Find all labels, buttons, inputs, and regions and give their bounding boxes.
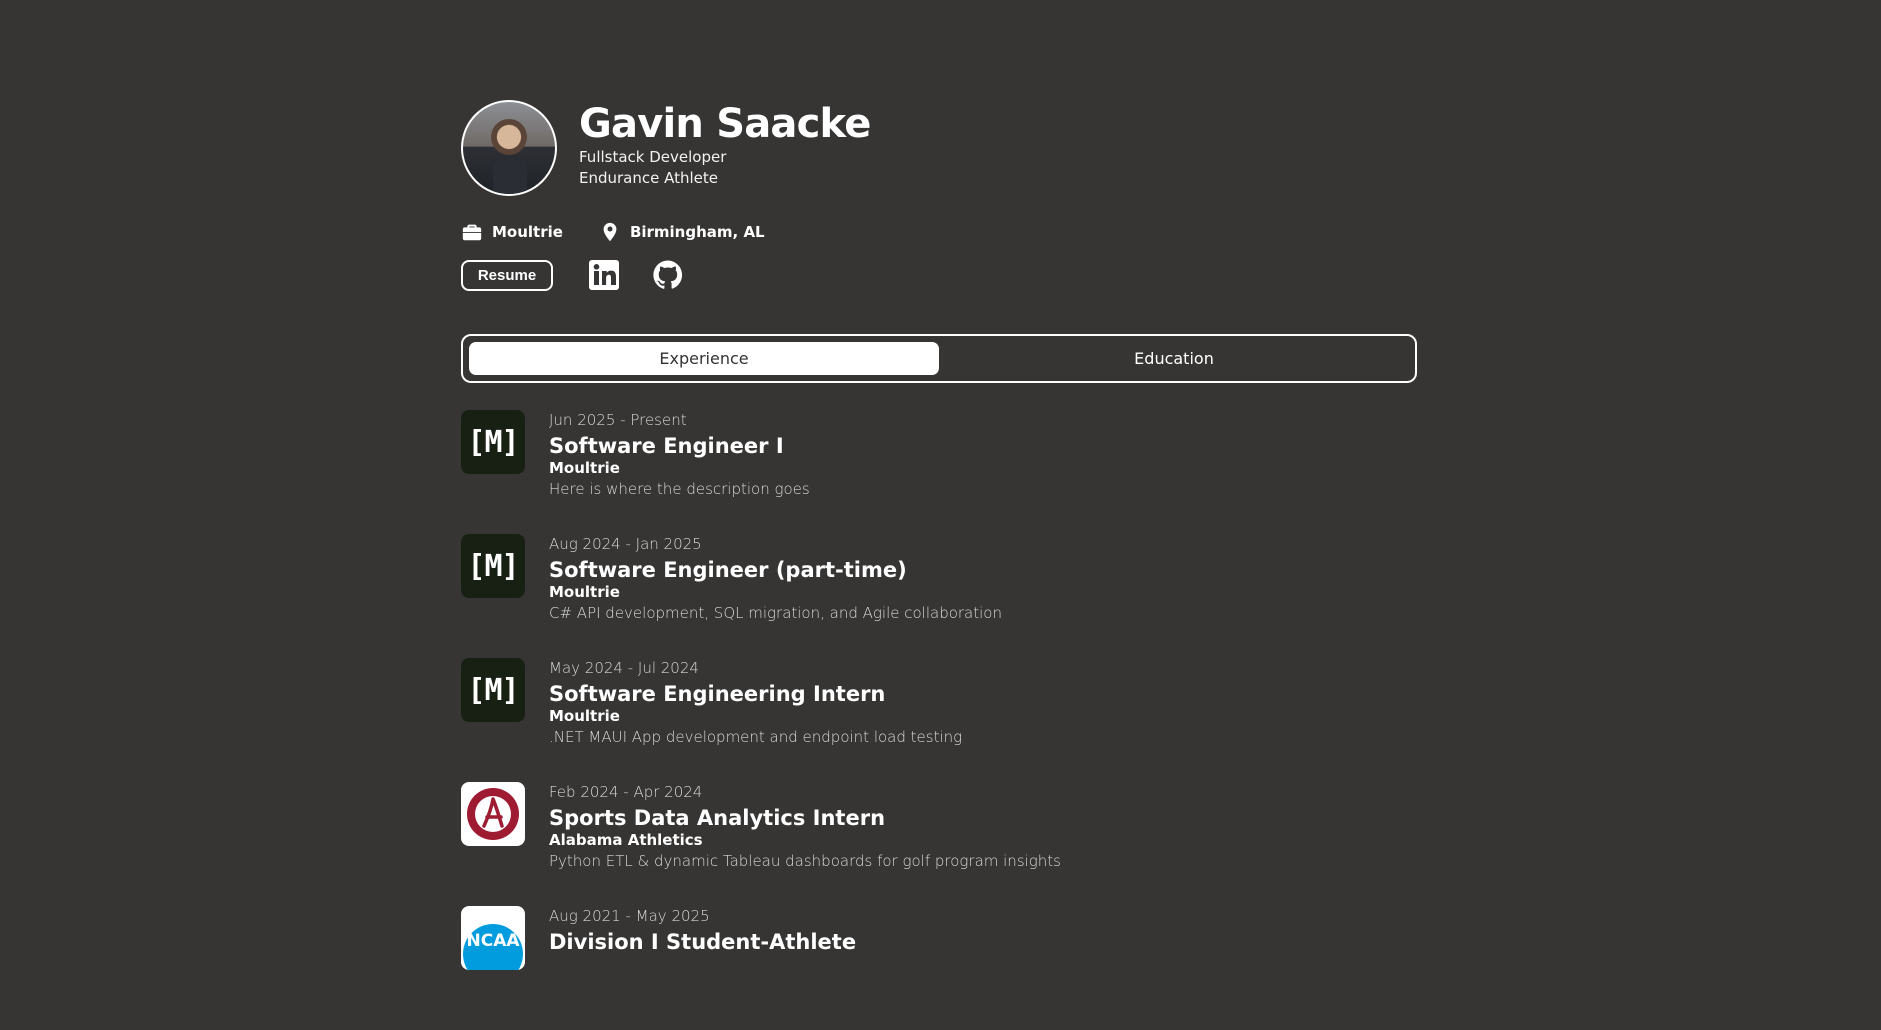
profile-actions: Resume <box>461 258 1417 292</box>
current-company: Moultrie <box>461 221 563 243</box>
alabama-script-a-icon <box>467 788 519 840</box>
github-icon[interactable] <box>651 258 685 292</box>
experience-dates: May 2024 - Jul 2024 <box>549 659 699 677</box>
profile-header: Gavin Saacke Fullstack Developer Enduran… <box>461 100 1417 196</box>
linkedin-icon[interactable] <box>587 258 621 292</box>
profile-avatar <box>461 100 557 196</box>
experience-item: [M] May 2024 - Jul 2024 Software Enginee… <box>461 658 1417 782</box>
experience-title: Software Engineer I <box>549 434 784 458</box>
experience-description: C# API development, SQL migration, and A… <box>549 604 1002 622</box>
experience-company: Moultrie <box>549 707 620 725</box>
experience-text: Jun 2025 - Present Software Engineer I M… <box>549 411 810 500</box>
experience-dates: Jun 2025 - Present <box>549 411 687 429</box>
experience-description: .NET MAUI App development and endpoint l… <box>549 728 963 746</box>
experience-item: NCAA Aug 2021 - May 2025 Division I Stud… <box>461 906 1417 1030</box>
experience-title: Division I Student-Athlete <box>549 930 857 954</box>
profile-name: Gavin Saacke <box>579 101 871 147</box>
section-tabs: Experience Education <box>461 334 1417 383</box>
resume-button[interactable]: Resume <box>461 259 553 291</box>
moultrie-logo: [M] <box>461 534 525 598</box>
moultrie-logo: [M] <box>461 410 525 474</box>
location-label: Birmingham, AL <box>629 223 765 241</box>
experience-text: May 2024 - Jul 2024 Software Engineering… <box>549 659 962 748</box>
ncaa-logo: NCAA <box>461 906 525 970</box>
experience-text: Aug 2021 - May 2025 Division I Student-A… <box>549 907 856 956</box>
profile-subtitle-role: Fullstack Developer <box>579 148 727 166</box>
experience-description: Python ETL & dynamic Tableau dashboards … <box>549 852 1061 870</box>
experience-description: Here is where the description goes <box>549 480 810 498</box>
experience-item: [M] Aug 2024 - Jan 2025 Software Enginee… <box>461 534 1417 658</box>
experience-company: Moultrie <box>549 583 620 601</box>
experience-company: Alabama Athletics <box>549 831 703 849</box>
map-pin-icon <box>603 222 617 242</box>
experience-list: [M] Jun 2025 - Present Software Engineer… <box>461 410 1417 1030</box>
experience-title: Software Engineer (part-time) <box>549 558 907 582</box>
experience-title: Sports Data Analytics Intern <box>549 806 886 830</box>
experience-company: Moultrie <box>549 459 620 477</box>
experience-dates: Feb 2024 - Apr 2024 <box>549 783 703 801</box>
tab-experience[interactable]: Experience <box>469 342 939 375</box>
profile-page: Gavin Saacke Fullstack Developer Enduran… <box>461 100 1417 1030</box>
ncaa-logo-text: NCAA <box>466 931 520 951</box>
experience-text: Aug 2024 - Jan 2025 Software Engineer (p… <box>549 535 1002 624</box>
profile-meta: Moultrie Birmingham, AL <box>461 220 1417 244</box>
experience-title: Software Engineering Intern <box>549 682 886 706</box>
location: Birmingham, AL <box>599 221 765 243</box>
alabama-logo <box>461 782 525 846</box>
experience-item: [M] Jun 2025 - Present Software Engineer… <box>461 410 1417 534</box>
company-label: Moultrie <box>492 223 563 241</box>
moultrie-logo: [M] <box>461 658 525 722</box>
briefcase-icon <box>462 224 482 241</box>
ncaa-icon: NCAA <box>463 924 523 970</box>
experience-text: Feb 2024 - Apr 2024 Sports Data Analytic… <box>549 783 1061 872</box>
experience-dates: Aug 2024 - Jan 2025 <box>549 535 702 553</box>
tab-education[interactable]: Education <box>939 342 1409 375</box>
profile-text: Gavin Saacke Fullstack Developer Enduran… <box>579 101 871 189</box>
experience-item: Feb 2024 - Apr 2024 Sports Data Analytic… <box>461 782 1417 906</box>
profile-subtitle-athlete: Endurance Athlete <box>579 169 719 187</box>
experience-dates: Aug 2021 - May 2025 <box>549 907 710 925</box>
